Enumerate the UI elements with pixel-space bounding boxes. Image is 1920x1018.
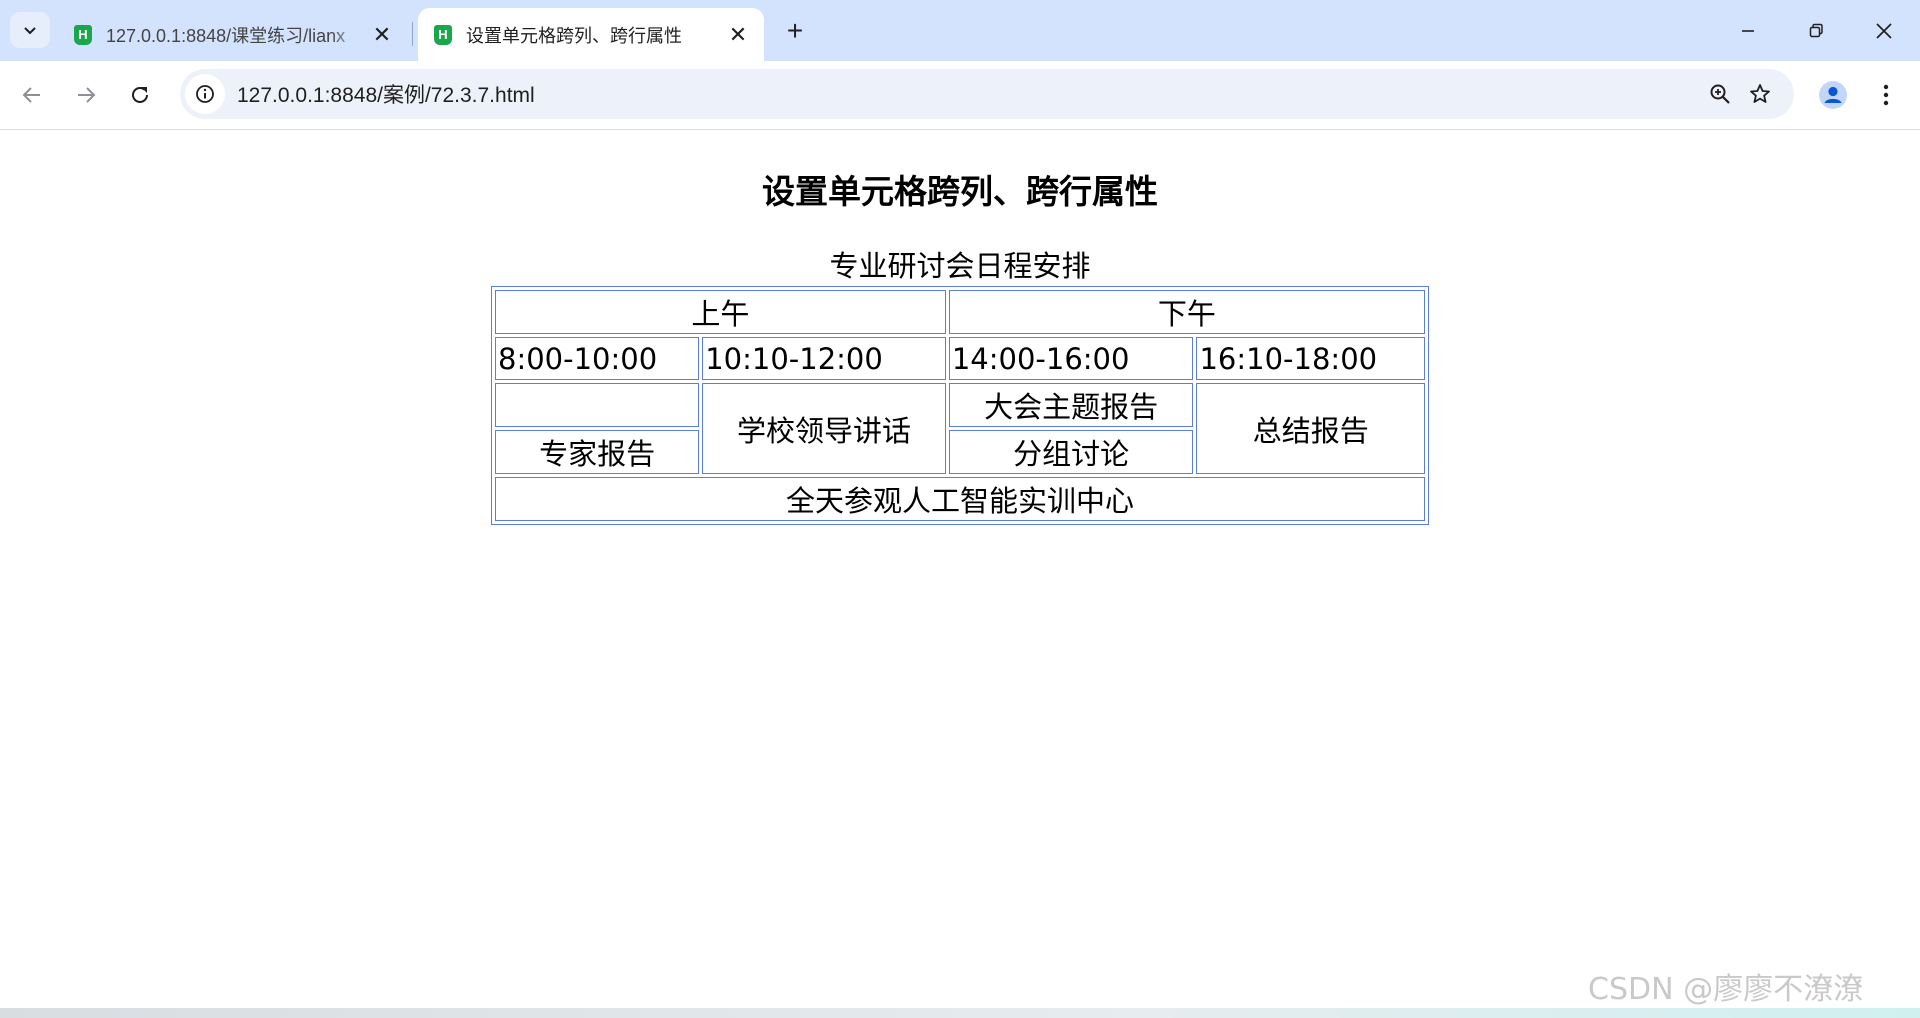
tab-lianx[interactable]: H 127.0.0.1:8848/课堂练习/lianx ✕ [58, 8, 408, 61]
tab-close-icon[interactable]: ✕ [724, 21, 752, 49]
restore-icon [1809, 23, 1823, 37]
zoom-icon [1710, 84, 1730, 104]
info-icon [196, 85, 214, 103]
profile-button[interactable] [1814, 76, 1852, 114]
table-caption: 专业研讨会日程安排 [829, 249, 1091, 283]
keynote-cell: 大会主题报告 [948, 383, 1194, 427]
bookmark-button[interactable] [1740, 74, 1780, 114]
group-discussion-cell: 分组讨论 [948, 430, 1194, 474]
chevron-down-icon [24, 27, 36, 35]
schedule-table: 上午 下午 8:00-10:00 10:10-12:00 14:00-16:00… [491, 286, 1429, 525]
hbuilder-favicon-icon: H [74, 24, 92, 45]
page-heading: 设置单元格跨列、跨行属性 [762, 172, 1158, 211]
browser-menu-button[interactable] [1868, 76, 1904, 114]
full-day-cell: 全天参观人工智能实训中心 [495, 477, 1425, 521]
table-row: 8:00-10:00 10:10-12:00 14:00-16:00 16:10… [495, 337, 1425, 380]
site-info-button[interactable] [185, 74, 225, 114]
minimize-button[interactable] [1714, 0, 1782, 61]
tab-title: 设置单元格跨列、跨行属性 [466, 25, 682, 46]
time-slot-cell: 16:10-18:00 [1196, 337, 1425, 380]
schedule-table-wrapper: 专业研讨会日程安排 上午 下午 8:00-10:00 10:10-12:00 1… [491, 246, 1429, 525]
time-slot-cell: 14:00-16:00 [948, 337, 1194, 380]
tab-strip: H 127.0.0.1:8848/课堂练习/lianx ✕ H 设置单元格跨列、… [0, 0, 1920, 61]
arrow-right-icon [78, 87, 96, 103]
new-tab-button[interactable]: + [778, 14, 812, 48]
table-row: 上午 下午 [495, 290, 1425, 334]
afternoon-header-cell: 下午 [948, 290, 1425, 334]
tab-search-button[interactable] [10, 12, 50, 48]
address-bar[interactable]: 127.0.0.1:8848/案例/72.3.7.html [180, 69, 1794, 119]
table-row: 学校领导讲话 大会主题报告 总结报告 [495, 383, 1425, 474]
star-icon [1750, 84, 1770, 103]
watermark: CSDN @廖廖不潦潦 [1588, 972, 1864, 1007]
reload-button[interactable] [120, 75, 160, 115]
taskbar-edge [0, 1008, 1920, 1018]
summary-report-cell: 总结报告 [1196, 383, 1425, 474]
morning-header-cell: 上午 [495, 290, 946, 334]
leader-speech-cell: 学校领导讲话 [702, 383, 946, 474]
tab-active[interactable]: H 设置单元格跨列、跨行属性 ✕ [418, 8, 764, 61]
browser-toolbar: 127.0.0.1:8848/案例/72.3.7.html [0, 61, 1920, 130]
time-slot-cell: 8:00-10:00 [495, 337, 700, 380]
person-icon [1819, 81, 1847, 109]
back-button[interactable] [12, 75, 52, 115]
url-text[interactable]: 127.0.0.1:8848/案例/72.3.7.html [237, 79, 1700, 109]
reload-icon [132, 86, 148, 103]
page-content: 设置单元格跨列、跨行属性 专业研讨会日程安排 上午 下午 8:00-10:00 … [0, 130, 1920, 1008]
tab-close-icon[interactable]: ✕ [368, 21, 396, 49]
empty-cell [495, 383, 700, 427]
time-slot-cell: 10:10-12:00 [702, 337, 946, 380]
forward-button[interactable] [66, 75, 106, 115]
close-icon [1876, 22, 1892, 39]
tab-separator [412, 22, 413, 46]
kebab-menu-icon [1883, 84, 1889, 106]
arrow-left-icon [22, 87, 40, 103]
minimize-icon [1742, 29, 1754, 32]
table-row: 全天参观人工智能实训中心 [495, 477, 1425, 521]
hbuilder-favicon-icon: H [434, 24, 452, 45]
tab-title: 127.0.0.1:8848/课堂练习/lianx [106, 25, 346, 46]
restore-button[interactable] [1782, 0, 1850, 61]
close-window-button[interactable] [1850, 0, 1918, 61]
zoom-button[interactable] [1700, 74, 1740, 114]
expert-report-cell: 专家报告 [495, 430, 700, 474]
